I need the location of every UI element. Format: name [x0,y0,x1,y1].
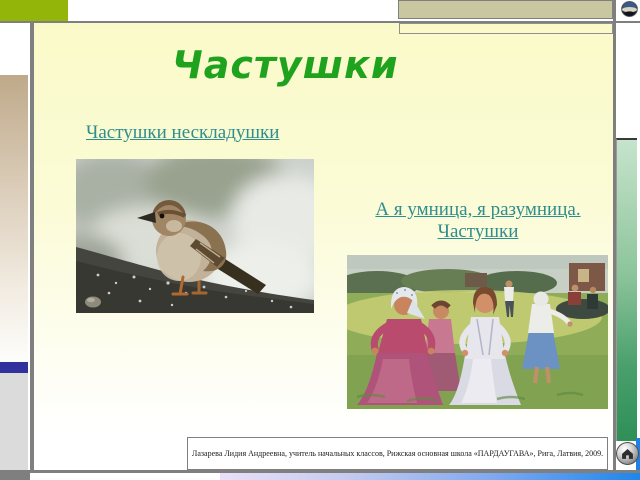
dancing-women-painting-graphic [347,255,608,409]
credit-box: Лазарева Лидия Андреевна, учитель началь… [187,437,608,470]
presentation-screen: Частушки Частушки нескладушки А я умница… [0,0,640,480]
top-olive-block [0,0,68,21]
globe-icon[interactable] [621,1,638,17]
bottom-gradient-bar [220,473,640,480]
home-icon [622,448,633,459]
left-navy-bar [0,362,28,373]
sparrow-photo-graphic [76,159,314,313]
left-white-square [0,23,30,75]
slide-title: Частушки [172,43,399,87]
dancing-women-painting [347,255,608,409]
link-ya-umnitsa[interactable]: А я умница, я разумница. Частушки [338,199,618,243]
credit-text: Лазарева Лидия Андреевна, учитель началь… [191,449,604,458]
top-tan-box [398,0,613,19]
home-button[interactable] [616,442,639,465]
left-gray-bar [0,373,28,470]
link-chastushki-neskladushki[interactable]: Частушки нескладушки [86,122,279,144]
left-tan-bar [0,75,28,362]
right-green-bar [616,138,637,441]
left-bottom-corner [0,470,30,480]
sparrow-photo [76,159,314,313]
link-ya-umnitsa-line2[interactable]: Частушки [338,221,618,243]
top-outline-box [399,23,613,34]
slide-canvas: Частушки Частушки нескладушки А я умница… [34,23,613,470]
link-ya-umnitsa-line1[interactable]: А я умница, я разумница. [338,199,618,221]
